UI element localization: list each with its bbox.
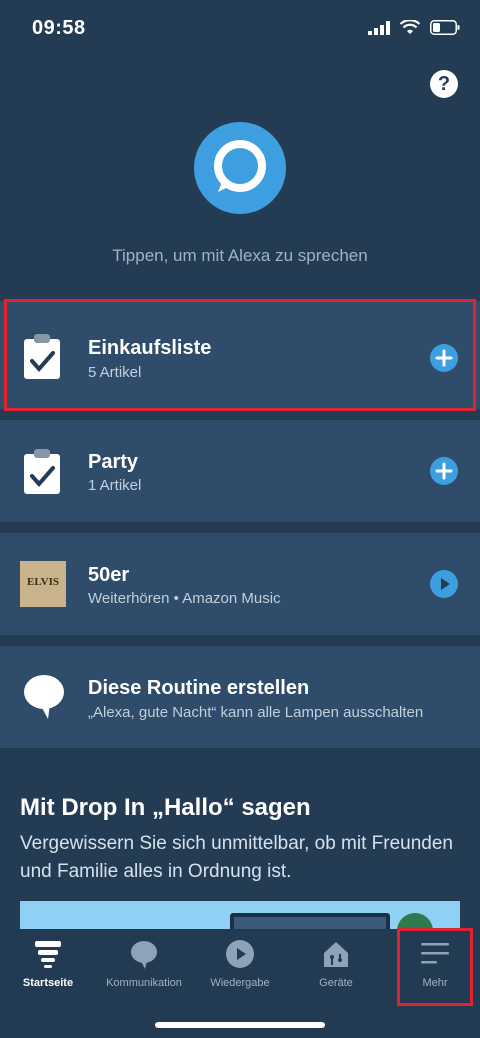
status-time: 09:58 (32, 17, 86, 39)
card-subtitle: 1 Artikel (88, 477, 142, 494)
card-routine[interactable]: Diese Routine erstellen „Alexa, gute Nac… (0, 646, 480, 748)
add-icon[interactable] (430, 457, 458, 485)
alexa-voice-button[interactable] (194, 122, 286, 214)
tab-wiedergabe[interactable]: Wiedergabe (202, 929, 278, 1007)
home-icon (35, 941, 61, 968)
clipboard-check-icon (24, 449, 60, 494)
card-subtitle: Weiterhören • Amazon Music (88, 590, 281, 607)
album-cover: ELVIS (20, 561, 66, 607)
card-50er[interactable]: ELVIS 50er Weiterhören • Amazon Music (0, 533, 480, 635)
tab-label: Wiedergabe (210, 977, 270, 989)
play-icon[interactable] (430, 570, 458, 598)
card-party[interactable]: Party 1 Artikel (0, 420, 480, 522)
tab-startseite[interactable]: Startseite (10, 929, 86, 1007)
play-icon (226, 940, 254, 968)
card-title: Party (88, 451, 139, 473)
tab-geraete[interactable]: Geräte (298, 929, 374, 1007)
alexa-ring-icon (214, 140, 266, 192)
album-cover-text: ELVIS (26, 576, 59, 588)
signal-icon (368, 20, 390, 35)
tab-label: Kommunikation (106, 977, 182, 989)
status-bar: 09:58 (0, 0, 480, 60)
tab-kommunikation[interactable]: Kommunikation (96, 929, 192, 1007)
highlight-frame-mehr (397, 928, 473, 1006)
help-button[interactable]: ? (430, 70, 458, 98)
alexa-hint: Tippen, um mit Alexa zu sprechen (112, 246, 368, 265)
card-title: 50er (88, 564, 130, 586)
card-subtitle: „Alexa, gute Nacht“ kann alle Lampen aus… (88, 704, 424, 721)
dropin-text: Vergewissern Sie sich unmittelbar, ob mi… (20, 833, 453, 882)
wifi-icon (400, 20, 420, 34)
tab-label: Geräte (319, 977, 353, 989)
battery-icon (430, 20, 460, 35)
tab-label: Startseite (22, 977, 74, 989)
highlight-frame (4, 299, 476, 411)
status-icons (368, 20, 460, 35)
devices-icon (324, 942, 348, 967)
home-indicator[interactable] (155, 1022, 325, 1028)
speech-bubble-icon (24, 675, 64, 719)
dropin-title: Mit Drop In „Hallo“ sagen (20, 794, 311, 821)
card-title: Diese Routine erstellen (88, 677, 310, 699)
chat-icon (131, 941, 157, 969)
